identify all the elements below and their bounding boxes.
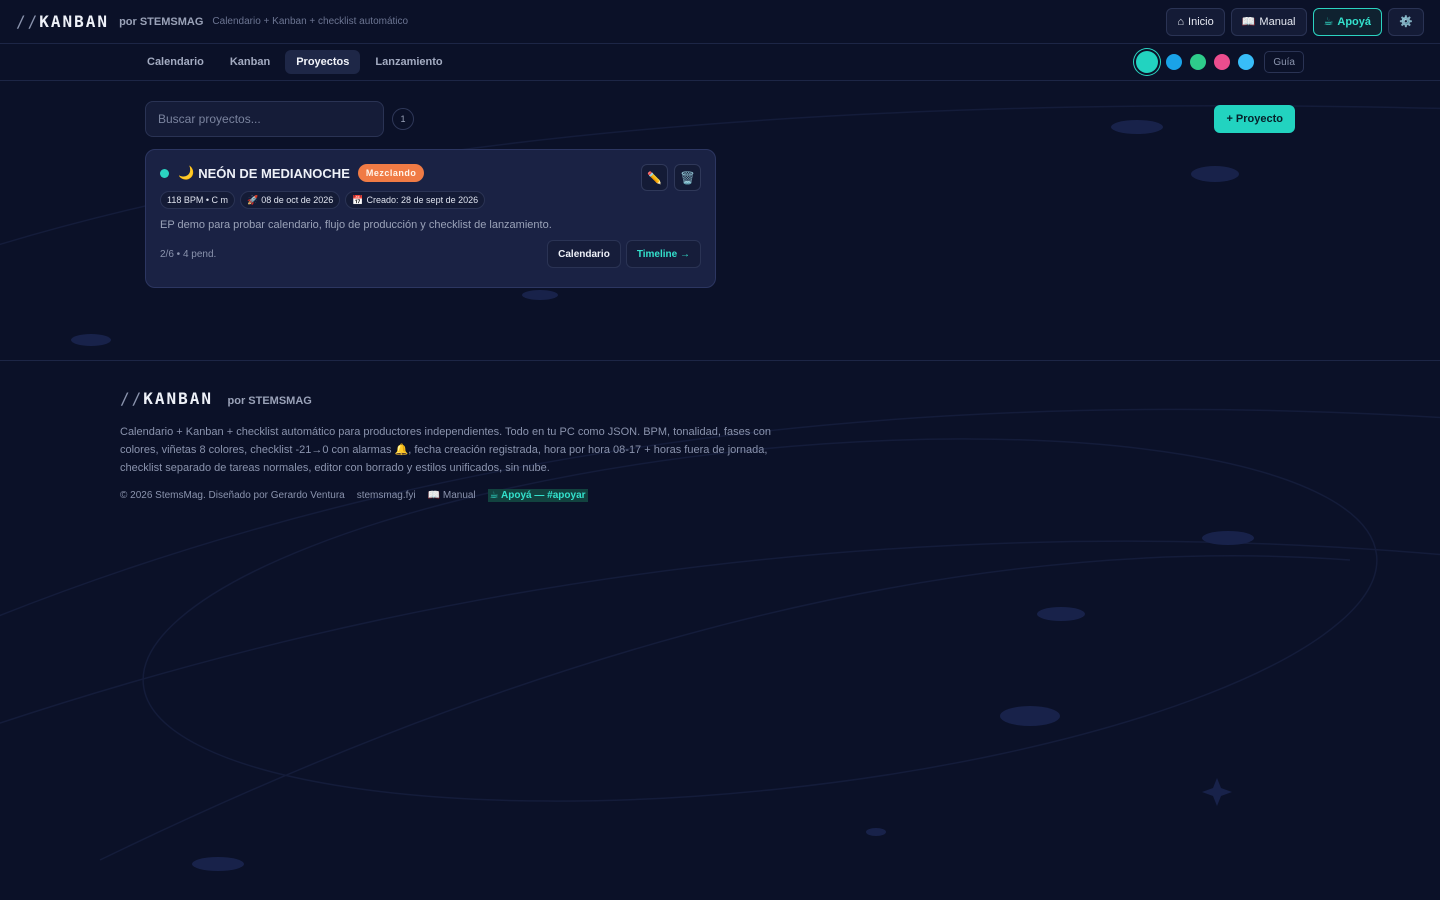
footer-links: © 2026 StemsMag. Diseñado por Gerardo Ve… — [120, 489, 1320, 502]
project-description: EP demo para probar calendario, flujo de… — [160, 219, 552, 231]
app-logo[interactable]: //KANBAN — [16, 12, 109, 31]
book-icon: 📖 — [1241, 16, 1256, 28]
task-progress: 2/6 • 4 pend. — [160, 248, 217, 260]
gear-icon: ⚙️ — [1399, 16, 1413, 28]
home-button[interactable]: ⌂ Inicio — [1166, 7, 1225, 36]
page-footer: //KANBAN por STEMSMAG Calendario + Kanba… — [0, 360, 1440, 502]
site-link[interactable]: stemsmag.fyi — [357, 490, 416, 501]
tab-lanzamiento[interactable]: Lanzamiento — [364, 50, 453, 74]
theme-dot-teal[interactable] — [1136, 51, 1159, 73]
footer-manual-link[interactable]: 📖 Manual — [428, 490, 476, 501]
header-actions: ⌂ Inicio 📖 Manual ☕ Apoyá ⚙️ — [1166, 7, 1424, 36]
rocket-icon: 🚀 — [247, 194, 259, 205]
card-actions: ✏️ 🗑️ — [641, 164, 701, 191]
project-count-badge: 1 — [392, 108, 414, 130]
brand-byline: por STEMSMAG — [119, 15, 204, 28]
project-chips: 118 BPM • C m 🚀 08 de oct de 2026 📅 Creado… — [160, 191, 701, 209]
project-title-row: 🌙 NEÓN DE MEDIANOCHE Mezclando — [160, 164, 701, 182]
copyright: © 2026 StemsMag. Diseñado por Gerardo Ve… — [120, 490, 345, 501]
guide-button[interactable]: Guía — [1264, 51, 1304, 73]
footer-logo: //KANBAN — [120, 389, 214, 408]
created-date-chip: 📅 Creado: 28 de sept de 2026 — [345, 191, 486, 209]
bpm-key-chip: 118 BPM • C m — [160, 191, 236, 209]
book-icon: 📖 — [427, 490, 443, 501]
manual-button[interactable]: 📖 Manual — [1230, 7, 1307, 36]
calendar-button[interactable]: Calendario — [547, 240, 621, 268]
card-footer: 2/6 • 4 pend. Calendario Timeline → — [160, 240, 701, 268]
top-header: //KANBAN por STEMSMAG Calendario + Kanba… — [0, 0, 1440, 44]
theme-dot-blue[interactable] — [1166, 54, 1183, 70]
brand-tagline: Calendario + Kanban + checklist automáti… — [212, 16, 409, 27]
phase-badge: Mezclando — [357, 164, 425, 182]
calendar-icon: 📅 — [352, 194, 364, 205]
settings-button[interactable]: ⚙️ — [1388, 7, 1424, 36]
theme-color-picker: Guía — [1136, 51, 1304, 73]
footer-byline: por STEMSMAG — [227, 395, 312, 407]
theme-dot-green[interactable] — [1190, 54, 1207, 70]
trash-icon: 🗑️ — [680, 170, 695, 185]
tab-kanban[interactable]: Kanban — [219, 50, 281, 74]
support-button[interactable]: ☕ Apoyá — [1312, 7, 1382, 36]
theme-dot-sky[interactable] — [1238, 54, 1255, 70]
theme-dot-pink[interactable] — [1214, 54, 1231, 70]
project-name: NEÓN DE MEDIANOCHE — [198, 165, 350, 181]
footer-description: Calendario + Kanban + checklist automáti… — [120, 426, 772, 474]
main-nav: Calendario Kanban Proyectos Lanzamiento … — [0, 44, 1440, 81]
home-icon: ⌂ — [1177, 15, 1185, 28]
card-links: Calendario Timeline → — [547, 240, 701, 268]
tab-calendario[interactable]: Calendario — [136, 50, 215, 74]
search-input[interactable] — [145, 101, 384, 137]
coffee-icon: ☕ — [489, 490, 502, 501]
footer-brand: //KANBAN por STEMSMAG — [120, 389, 1320, 409]
moon-icon: 🌙 — [178, 165, 195, 180]
timeline-button[interactable]: Timeline → — [625, 240, 701, 268]
footer-support-link[interactable]: ☕ Apoyá — #apoyar — [487, 489, 588, 502]
edit-button[interactable]: ✏️ — [641, 164, 668, 191]
release-date-chip: 🚀 08 de oct de 2026 — [240, 191, 341, 209]
tab-proyectos[interactable]: Proyectos — [285, 50, 361, 74]
pencil-icon: ✏️ — [647, 170, 662, 185]
delete-button[interactable]: 🗑️ — [674, 164, 701, 191]
new-project-button[interactable]: + Proyecto — [1214, 105, 1295, 133]
project-card[interactable]: 🌙 NEÓN DE MEDIANOCHE Mezclando ✏️ 🗑️ 118… — [145, 149, 716, 288]
projects-view: 1 + Proyecto 🌙 NEÓN DE MEDIANOCHE Mezcla… — [0, 81, 1440, 360]
status-dot — [160, 168, 169, 178]
search-row: 1 — [145, 101, 1295, 137]
coffee-icon: ☕ — [1323, 16, 1334, 28]
